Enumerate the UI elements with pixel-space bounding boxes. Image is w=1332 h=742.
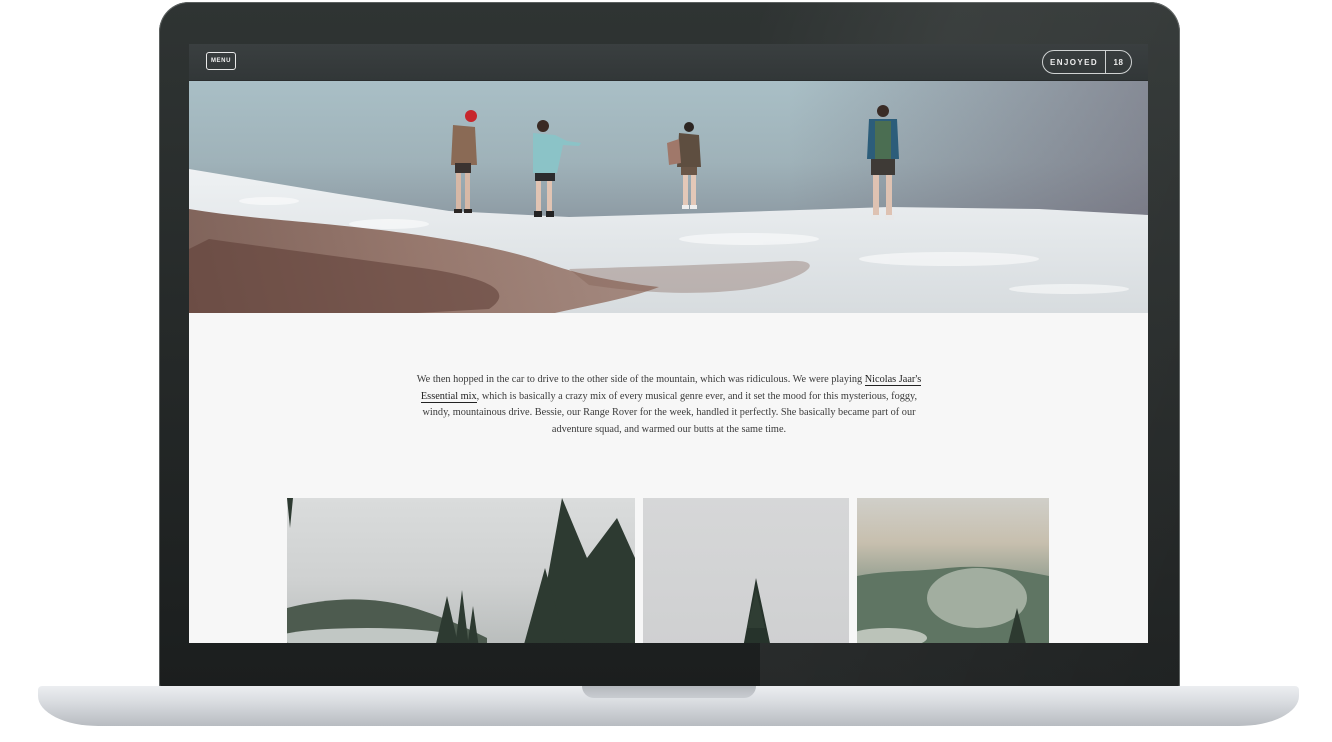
forest-scene [287,498,635,643]
story-text-rest: , which is basically a crazy mix of ever… [422,390,918,435]
menu-button[interactable]: MENU [206,52,236,70]
person-backpack [667,122,701,209]
person-red-hat [451,110,477,213]
hero-photo [189,81,1148,313]
story-paragraph: We then hopped in the car to drive to th… [414,372,924,438]
person-teal-shirt [533,120,581,217]
browser-screen: MENU ENJOYED 18 We then hopped in the ca… [189,44,1148,643]
gallery-photo-valley[interactable] [857,498,1049,643]
menu-button-label: MENU [210,58,232,64]
enjoyed-count: 18 [1113,57,1124,67]
site-header: MENU ENJOYED 18 [189,44,1148,81]
person-blue-jacket [867,105,899,220]
valley-scene [857,566,1049,643]
lone-tree-scene [743,578,770,643]
laptop-notch [582,686,756,698]
story-text-intro: We then hopped in the car to drive to th… [416,374,865,385]
gallery-photo-forest[interactable] [287,498,635,643]
gallery-photo-lone-tree[interactable] [643,498,849,643]
enjoyed-button[interactable]: ENJOYED 18 [1042,50,1132,74]
enjoyed-label: ENJOYED [1043,51,1106,73]
